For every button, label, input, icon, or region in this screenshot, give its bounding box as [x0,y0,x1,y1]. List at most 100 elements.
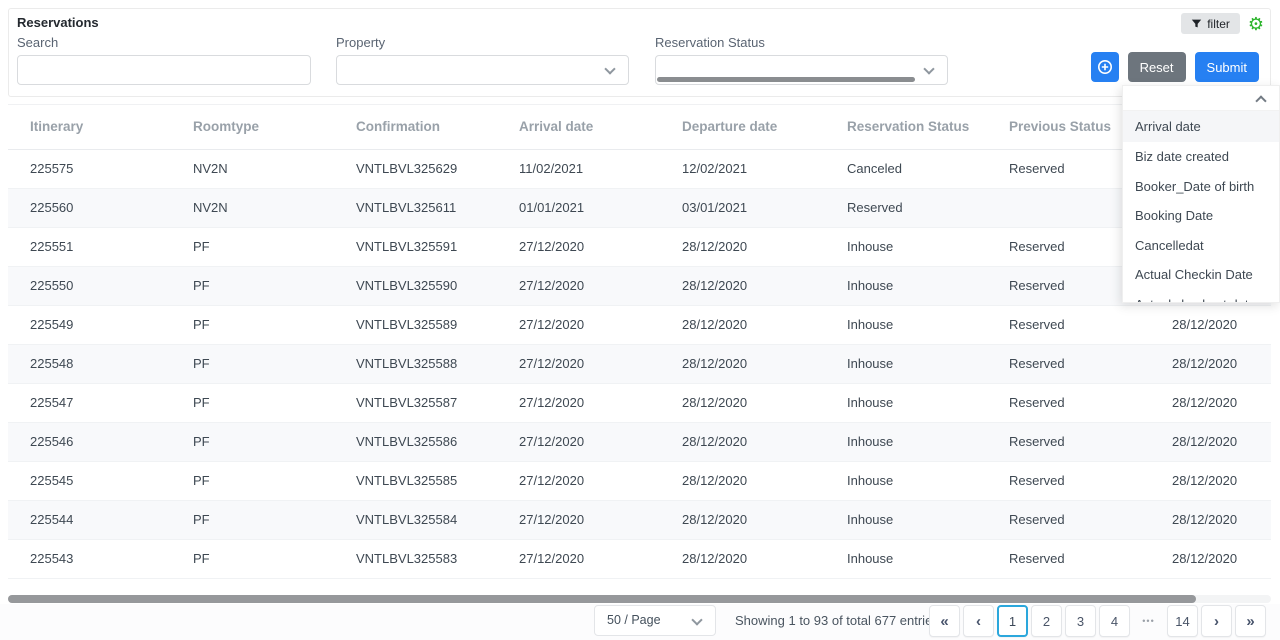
table-cell: 28/12/2020 [660,422,825,461]
table-cell: 28/12/2020 [1150,500,1271,539]
table-cell: 225543 [8,539,171,578]
reservation-status-field: Reservation Status [655,35,948,85]
table-cell: 28/12/2020 [1150,344,1271,383]
table-cell: Reserved [987,344,1150,383]
page-1-button[interactable]: 1 [997,605,1028,637]
prev-page-button[interactable]: ‹ [963,605,994,637]
table-cell: 225547 [8,383,171,422]
table-cell: 28/12/2020 [660,383,825,422]
add-button[interactable] [1091,52,1119,82]
table-header-row: ItineraryRoomtypeConfirmationArrival dat… [8,105,1271,149]
title-actions: filter ⚙ [1181,13,1264,34]
table-cell: 11/02/2021 [497,149,660,188]
table-row[interactable]: 225575NV2NVNTLBVL32562911/02/202112/02/2… [8,149,1271,188]
page-4-button[interactable]: 4 [1099,605,1130,637]
table-cell: 27/12/2020 [497,422,660,461]
table-cell: VNTLBVL325584 [334,500,497,539]
column-dropdown-item[interactable]: Actual checkout date [1123,290,1279,304]
table-cell: VNTLBVL325589 [334,305,497,344]
table-row[interactable]: 225549PFVNTLBVL32558927/12/202028/12/202… [8,305,1271,344]
column-dropdown-item[interactable]: Booking Date [1123,201,1279,231]
filter-card: Reservations filter ⚙ Search Property Re… [8,8,1271,97]
table-cell: Reserved [987,305,1150,344]
table-cell: 225549 [8,305,171,344]
table-cell: Inhouse [825,461,987,500]
last-page-button[interactable]: » [1235,605,1266,637]
table-row[interactable]: 225544PFVNTLBVL32558427/12/202028/12/202… [8,500,1271,539]
table-row[interactable]: 225550PFVNTLBVL32559027/12/202028/12/202… [8,266,1271,305]
property-label: Property [336,35,629,50]
table-cell: Inhouse [825,500,987,539]
page-size-value: 50 / Page [607,613,661,627]
column-dropdown-item[interactable]: Cancelledat [1123,231,1279,261]
chevron-down-icon [691,614,702,625]
first-page-button[interactable]: « [929,605,960,637]
column-header: Departure date [660,105,825,149]
page-size-select[interactable]: 50 / Page [594,605,716,636]
next-page-button[interactable]: › [1201,605,1232,637]
table-cell: VNTLBVL325591 [334,227,497,266]
page-14-button[interactable]: 14 [1167,605,1198,637]
table-cell: VNTLBVL325588 [334,344,497,383]
table-cell: NV2N [171,149,334,188]
horizontal-scrollbar[interactable] [8,595,1271,603]
table-cell: PF [171,266,334,305]
table-row[interactable]: 225548PFVNTLBVL32558827/12/202028/12/202… [8,344,1271,383]
table-cell: 225551 [8,227,171,266]
table-cell: Inhouse [825,383,987,422]
column-dropdown-header[interactable] [1123,86,1279,111]
reservation-status-label: Reservation Status [655,35,948,50]
table-cell: 28/12/2020 [1150,539,1271,578]
filter-button[interactable]: filter [1181,13,1240,34]
table-cell: VNTLBVL325583 [334,539,497,578]
table-cell: 225550 [8,266,171,305]
property-select[interactable] [336,55,629,85]
column-dropdown-item[interactable]: Actual Checkin Date [1123,260,1279,290]
table-cell: 28/12/2020 [660,344,825,383]
table-cell: 27/12/2020 [497,344,660,383]
table-cell: Inhouse [825,539,987,578]
table-cell: VNTLBVL325629 [334,149,497,188]
search-input[interactable] [17,55,311,85]
table-cell: 27/12/2020 [497,500,660,539]
reservation-status-select[interactable] [655,55,948,85]
table-row[interactable]: 225546PFVNTLBVL32558627/12/202028/12/202… [8,422,1271,461]
table-cell: 01/01/2021 [497,188,660,227]
table-cell: Reserved [987,539,1150,578]
horizontal-scrollbar-thumb[interactable] [8,595,1196,603]
table-cell: 27/12/2020 [497,227,660,266]
search-field: Search [17,35,311,85]
table-cell: 28/12/2020 [1150,422,1271,461]
table-cell: PF [171,500,334,539]
page-2-button[interactable]: 2 [1031,605,1062,637]
table-cell: 27/12/2020 [497,266,660,305]
chevron-down-icon [923,63,934,74]
table-row[interactable]: 225543PFVNTLBVL32558327/12/202028/12/202… [8,539,1271,578]
table-cell: Inhouse [825,344,987,383]
table-cell: 225545 [8,461,171,500]
submit-button[interactable]: Submit [1195,52,1259,82]
table-cell: 27/12/2020 [497,461,660,500]
page-3-button[interactable]: 3 [1065,605,1096,637]
reset-button[interactable]: Reset [1128,52,1186,82]
table-row[interactable]: 225547PFVNTLBVL32558727/12/202028/12/202… [8,383,1271,422]
table-cell: 28/12/2020 [660,305,825,344]
table-cell: VNTLBVL325585 [334,461,497,500]
table-row[interactable]: 225551PFVNTLBVL32559127/12/202028/12/202… [8,227,1271,266]
table-row[interactable]: 225560NV2NVNTLBVL32561101/01/202103/01/2… [8,188,1271,227]
column-dropdown-item[interactable]: Booker_Date of birth [1123,172,1279,202]
table-cell: Inhouse [825,266,987,305]
pagination-bar: 50 / Page Showing 1 to 93 of total 677 e… [0,604,1280,640]
select-inner-scrollbar[interactable] [657,77,915,82]
table-cell: Inhouse [825,422,987,461]
column-dropdown-item[interactable]: Biz date created [1123,142,1279,172]
table-cell: 28/12/2020 [660,227,825,266]
column-dropdown-item[interactable]: Arrival date [1123,111,1279,142]
table-cell: 28/12/2020 [660,500,825,539]
table-cell: 28/12/2020 [660,461,825,500]
table-cell: 225548 [8,344,171,383]
table-row[interactable]: 225545PFVNTLBVL32558527/12/202028/12/202… [8,461,1271,500]
column-dropdown-list: Arrival dateBiz date createdBooker_Date … [1123,111,1279,303]
gear-icon[interactable]: ⚙ [1248,15,1264,33]
pagination-summary: Showing 1 to 93 of total 677 entries [735,604,939,638]
